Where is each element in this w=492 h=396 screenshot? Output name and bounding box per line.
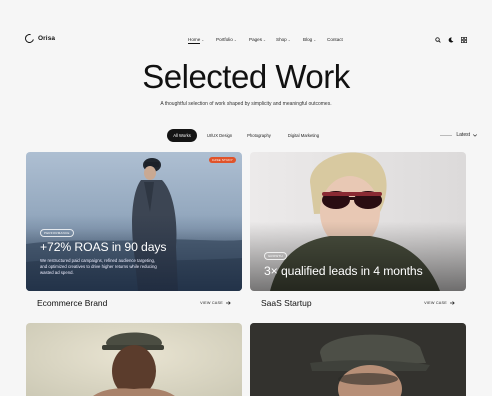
chevron-down-icon: ⌄ (201, 38, 205, 42)
project-card[interactable]: GROWTH 3× qualified leads in 4 months Sa… (250, 152, 466, 314)
nav-item-label: Shop (276, 37, 287, 42)
filter-bar: All Works UI/UX Design Photography Digit… (0, 129, 492, 143)
chevron-down-icon: ⌄ (263, 38, 267, 42)
view-case-label: VIEW CASE (200, 301, 223, 305)
filter-ui-ux-design[interactable]: UI/UX Design (201, 129, 238, 142)
nav-item-label: Home (188, 37, 201, 44)
project-card[interactable]: CASE STUDY PERFORMANCE +72% ROAS in 90 d… (26, 152, 242, 314)
nav-item-shop[interactable]: Shop⌄ (276, 37, 291, 42)
nav-item-label: Portfolio (216, 37, 233, 42)
chevron-down-icon: ⌄ (313, 38, 317, 42)
moon-icon[interactable] (447, 36, 454, 43)
view-case-link[interactable]: VIEW CASE (200, 301, 231, 305)
project-tag: PERFORMANCE (40, 229, 74, 237)
case-study-badge: CASE STUDY (208, 157, 236, 164)
view-case-link[interactable]: VIEW CASE (424, 301, 455, 305)
chevron-down-icon: ⌄ (287, 38, 291, 42)
project-card[interactable] (26, 323, 242, 396)
nav-item-contact[interactable]: Contact (327, 37, 343, 42)
grid-menu-icon[interactable] (460, 36, 467, 43)
main-nav: Home⌄ Portfolio⌄ Pages⌄ Shop⌄ Blog⌄ Cont… (0, 37, 492, 45)
nav-item-blog[interactable]: Blog⌄ (303, 37, 316, 42)
project-description: We restructured paid campaigns, refined … (40, 258, 157, 276)
sort-label: Latest (456, 132, 470, 138)
filter-photography[interactable]: Photography (241, 129, 277, 142)
project-headline: 3× qualified leads in 4 months (264, 264, 423, 278)
project-image[interactable] (250, 323, 466, 396)
project-headline: +72% ROAS in 90 days (40, 240, 167, 254)
project-image[interactable] (26, 323, 242, 396)
project-photo (250, 323, 466, 396)
sort-dropdown[interactable]: Latest (440, 132, 477, 138)
filter-all-works[interactable]: All Works (167, 129, 197, 142)
nav-item-label: Contact (327, 37, 343, 42)
sort-divider (440, 135, 453, 136)
nav-item-label: Pages (249, 37, 263, 42)
project-image[interactable]: GROWTH 3× qualified leads in 4 months (250, 152, 466, 291)
project-tag: GROWTH (264, 252, 287, 260)
project-photo (26, 323, 242, 396)
filter-digital-marketing[interactable]: Digital Marketing (281, 129, 326, 142)
page-subtitle: A thoughtful selection of work shaped by… (160, 101, 332, 107)
search-icon[interactable] (434, 36, 441, 43)
nav-item-pages[interactable]: Pages⌄ (249, 37, 266, 42)
header-actions (434, 36, 467, 43)
project-name: Ecommerce Brand (37, 298, 108, 308)
arrow-right-icon (226, 301, 231, 305)
nav-item-label: Blog (303, 37, 313, 42)
nav-item-home[interactable]: Home⌄ (188, 37, 205, 44)
chevron-down-icon (473, 133, 477, 137)
project-image[interactable]: CASE STUDY PERFORMANCE +72% ROAS in 90 d… (26, 152, 242, 291)
page-title: Selected Work (142, 58, 350, 95)
project-name: SaaS Startup (261, 298, 312, 308)
chevron-down-icon: ⌄ (233, 38, 237, 42)
arrow-right-icon (450, 301, 455, 305)
view-case-label: VIEW CASE (424, 301, 447, 305)
nav-item-portfolio[interactable]: Portfolio⌄ (216, 37, 237, 42)
project-card[interactable] (250, 323, 466, 396)
